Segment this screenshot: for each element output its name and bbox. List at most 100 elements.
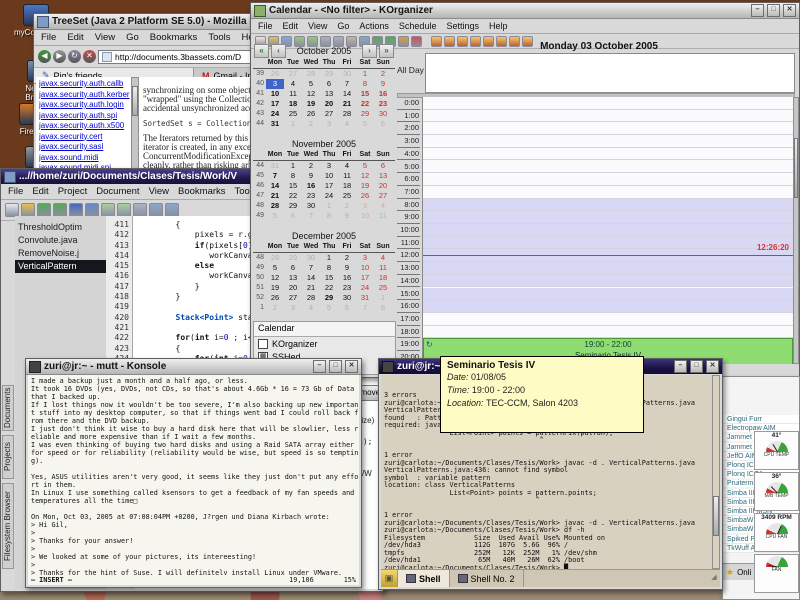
minimize-icon[interactable]: – [313,360,326,373]
day-cell[interactable]: 26 [302,109,320,119]
day-cell[interactable]: 11 [284,89,302,99]
day-cell[interactable]: 1 [320,253,338,263]
open-file-icon[interactable] [21,203,35,217]
day-cell[interactable]: 14 [302,273,320,283]
day-cell[interactable]: 31 [266,161,284,171]
day-cell[interactable]: 2 [266,303,284,313]
day-cell[interactable]: 25 [338,191,356,201]
new-session-icon[interactable]: ▣ [381,570,398,587]
day-cell[interactable]: 12 [356,171,374,181]
prev-month-button[interactable]: ‹ [271,44,286,58]
next-year-button[interactable]: » [379,44,394,58]
menu-help[interactable]: Help [489,21,508,31]
menu-view[interactable]: View [95,32,115,43]
menu-go[interactable]: Go [337,21,349,31]
next-month-button[interactable]: › [362,44,377,58]
day-cell[interactable]: 28 [302,293,320,303]
dock-tab-documents[interactable]: Documents [2,385,14,431]
file-item[interactable]: ThresholdOptim [15,221,106,234]
day-cell[interactable]: 5 [302,79,320,89]
day-cell[interactable]: 31 [266,119,284,129]
menu-edit[interactable]: Edit [32,186,48,197]
reload-icon[interactable]: ↻ [68,50,81,63]
sidebar-link[interactable]: javax.security.cert [39,132,131,143]
day-cell[interactable]: 4 [374,253,392,263]
day-cell[interactable]: 10 [320,171,338,181]
day-cell[interactable]: 21 [302,283,320,293]
day-cell[interactable]: 29 [320,293,338,303]
day-cell[interactable]: 22 [284,191,302,201]
day-cell[interactable]: 19 [356,181,374,191]
day-cell[interactable]: 9 [302,171,320,181]
sidebar-link[interactable]: javax.security.auth.login [39,100,131,111]
day-cell[interactable]: 11 [374,263,392,273]
day-cell[interactable]: 2 [374,69,392,79]
menu-file[interactable]: File [258,21,273,31]
day-cell[interactable]: 11 [374,211,392,221]
day-cell[interactable]: 3 [320,161,338,171]
day-cell[interactable]: 10 [356,211,374,221]
day-cell[interactable]: 28 [338,109,356,119]
day-cell[interactable]: 15 [320,273,338,283]
maximize-icon[interactable]: □ [329,360,342,373]
day-cell[interactable]: 17 [266,99,284,109]
day-cell[interactable]: 22 [320,283,338,293]
menu-edit[interactable]: Edit [67,32,83,43]
day-cell[interactable]: 26 [266,69,284,79]
sidebar-link[interactable]: javax.security.auth.spi [39,111,131,122]
day-cell[interactable]: 30 [302,201,320,211]
forward-icon[interactable] [53,203,67,217]
menu-project[interactable]: Project [58,186,88,197]
menu-bookmarks[interactable]: Bookmarks [178,186,226,197]
stop-icon[interactable]: ✕ [83,50,96,63]
day-cell[interactable]: 16 [338,273,356,283]
day-cell[interactable]: 7 [266,171,284,181]
day-cell[interactable]: 2 [302,161,320,171]
file-item[interactable]: RemoveNoise.j [15,247,106,260]
day-cell[interactable]: 3 [320,119,338,129]
day-cell[interactable]: 20 [284,283,302,293]
close-icon[interactable]: ✕ [706,360,719,373]
maximize-icon[interactable]: □ [690,360,703,373]
day-cell[interactable]: 6 [320,79,338,89]
day-cell[interactable]: 30 [302,253,320,263]
forward-icon[interactable]: ▶ [53,50,66,63]
day-cell[interactable]: 7 [302,211,320,221]
korganizer-titlebar[interactable]: Calendar - <No filter> - KOrganizer – □ … [251,3,799,19]
menu-bookmarks[interactable]: Bookmarks [150,32,198,43]
day-cell[interactable]: 6 [284,263,302,273]
day-cell[interactable]: 12 [266,273,284,283]
day-cell[interactable]: 23 [302,191,320,201]
dock-tab-projects[interactable]: Projects [2,435,14,479]
new-file-icon[interactable] [5,203,19,217]
day-cell[interactable]: 11 [338,171,356,181]
day-cell[interactable]: 17 [356,273,374,283]
day-cell[interactable]: 23 [374,99,392,109]
day-cell[interactable]: 13 [374,171,392,181]
hour-row[interactable] [423,274,793,288]
contact-item[interactable]: Gingui Furr [723,415,799,424]
close-icon[interactable]: ✕ [783,4,796,17]
hour-row[interactable] [423,211,793,224]
day-cell[interactable]: 18 [374,273,392,283]
day-cell[interactable]: 26 [266,293,284,303]
day-cell[interactable]: 30 [338,293,356,303]
day-cell[interactable]: 16 [302,181,320,191]
hour-row[interactable] [423,325,793,339]
day-cell[interactable]: 25 [284,109,302,119]
day-cell[interactable]: 3 [356,201,374,211]
hour-row[interactable] [423,198,793,212]
menu-view[interactable]: View [149,186,169,197]
hour-row[interactable] [423,224,793,237]
hour-row[interactable] [423,185,793,199]
day-cell[interactable]: 9 [374,79,392,89]
day-cell[interactable]: 7 [356,303,374,313]
day-cell[interactable]: 29 [284,253,302,263]
day-cell[interactable]: 28 [302,69,320,79]
save-as-icon[interactable] [85,203,99,217]
day-cell[interactable]: 17 [320,181,338,191]
day-cell[interactable]: 31 [356,293,374,303]
day-cell[interactable]: 22 [356,99,374,109]
day-cell[interactable]: 7 [338,79,356,89]
hour-row[interactable] [423,173,793,186]
